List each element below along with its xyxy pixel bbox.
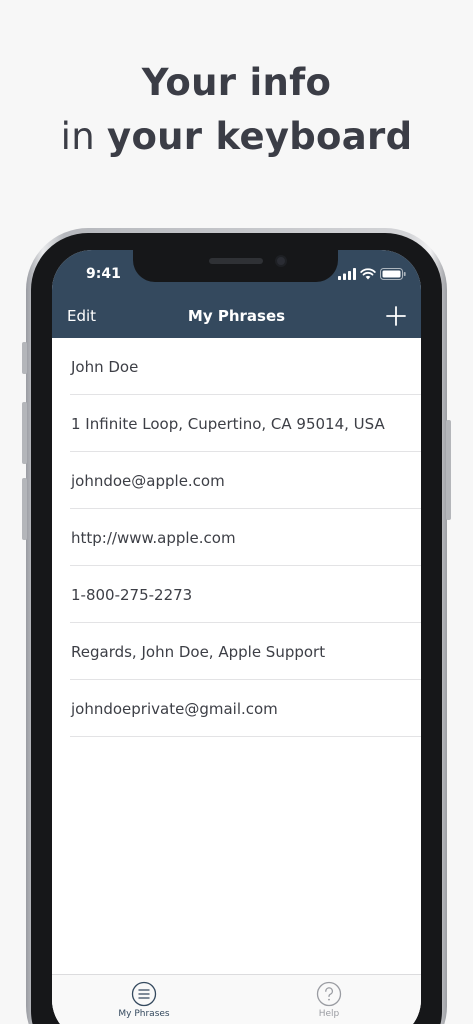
mute-switch <box>22 342 27 374</box>
phrase-text: John Doe <box>71 357 139 376</box>
volume-up-button <box>22 402 27 464</box>
list-item[interactable]: Regards, John Doe, Apple Support <box>52 623 421 680</box>
list-item[interactable]: 1 Infinite Loop, Cupertino, CA 95014, US… <box>52 395 421 452</box>
status-icons <box>338 268 408 280</box>
list-item[interactable]: 1-800-275-2273 <box>52 566 421 623</box>
list-item[interactable]: johndoe@apple.com <box>52 452 421 509</box>
phrase-text: johndoeprivate@gmail.com <box>71 699 278 718</box>
phrase-text: Regards, John Doe, Apple Support <box>71 642 326 661</box>
nav-title: My Phrases <box>187 307 286 325</box>
phrase-text: johndoe@apple.com <box>71 471 225 490</box>
phrase-list: John Doe 1 Infinite Loop, Cupertino, CA … <box>52 338 421 737</box>
list-icon <box>131 981 157 1007</box>
cellular-signal-icon <box>338 268 356 280</box>
list-item[interactable]: John Doe <box>52 338 421 395</box>
list-item[interactable]: http://www.apple.com <box>52 509 421 566</box>
status-time: 9:41 <box>86 266 121 282</box>
headline-emphasis: your keyboard <box>107 115 413 158</box>
list-item[interactable]: johndoeprivate@gmail.com <box>52 680 421 737</box>
headline-prefix: in <box>60 115 108 158</box>
headline-line-1: Your info <box>141 61 332 104</box>
front-camera <box>275 255 287 267</box>
phone-screen: 9:41 Edit My Phrases John Doe 1 Infinite… <box>52 250 421 1024</box>
navigation-bar: 9:41 Edit My Phrases <box>52 250 421 338</box>
question-icon <box>316 981 342 1007</box>
battery-icon <box>380 268 406 280</box>
headline: Your info in your keyboard <box>0 56 473 164</box>
plus-icon[interactable] <box>386 306 406 326</box>
phrase-text: http://www.apple.com <box>71 528 236 547</box>
tab-help[interactable]: Help <box>274 981 384 1019</box>
speaker-grille <box>209 258 263 264</box>
phrase-text: 1-800-275-2273 <box>71 585 193 604</box>
wifi-icon <box>360 268 376 280</box>
tab-label: Help <box>318 1009 340 1019</box>
notch <box>133 250 338 282</box>
volume-down-button <box>22 478 27 540</box>
tab-label: My Phrases <box>118 1009 170 1019</box>
tab-my-phrases[interactable]: My Phrases <box>89 981 199 1019</box>
tab-bar: My Phrases Help <box>52 974 421 1024</box>
power-button <box>446 420 451 520</box>
phrase-text: 1 Infinite Loop, Cupertino, CA 95014, US… <box>71 414 385 433</box>
headline-line-2: in your keyboard <box>0 110 473 164</box>
